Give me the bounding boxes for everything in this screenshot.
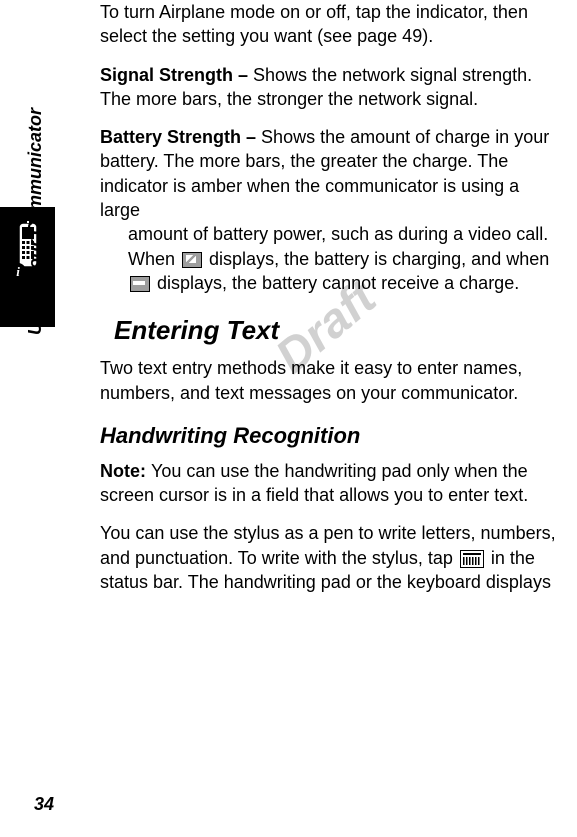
charging-icon	[182, 252, 202, 268]
no-charge-icon	[130, 276, 150, 292]
page-number: 34	[34, 794, 54, 815]
keyboard-icon	[460, 550, 484, 568]
note-text: You can use the handwriting pad only whe…	[100, 461, 528, 505]
battery-text-3: displays, the battery is charging, and w…	[204, 249, 549, 269]
side-section-label: Using Your Communicator	[25, 108, 46, 335]
stylus-para: You can use the stylus as a pen to write…	[100, 521, 564, 594]
main-content: To turn Airplane mode on or off, tap the…	[100, 0, 574, 608]
battery-label: Battery Strength –	[100, 127, 261, 147]
handwriting-heading: Handwriting Recognition	[100, 421, 564, 451]
entering-text-para: Two text entry methods make it easy to e…	[100, 356, 564, 405]
signal-label: Signal Strength –	[100, 65, 253, 85]
airplane-para: To turn Airplane mode on or off, tap the…	[100, 0, 564, 49]
entering-text-heading: Entering Text	[114, 313, 564, 348]
battery-para: Battery Strength – Shows the amount of c…	[100, 125, 564, 295]
page-container: i Using Your Communicator To turn Airpla…	[0, 0, 577, 837]
side-column: i	[0, 207, 95, 327]
note-label: Note:	[100, 461, 151, 481]
signal-para: Signal Strength – Shows the network sign…	[100, 63, 564, 112]
note-para: Note: You can use the handwriting pad on…	[100, 459, 564, 508]
svg-text:i: i	[16, 264, 20, 279]
battery-indented-block: amount of battery power, such as during …	[128, 222, 564, 295]
battery-text-4: displays, the battery cannot receive a c…	[152, 273, 519, 293]
